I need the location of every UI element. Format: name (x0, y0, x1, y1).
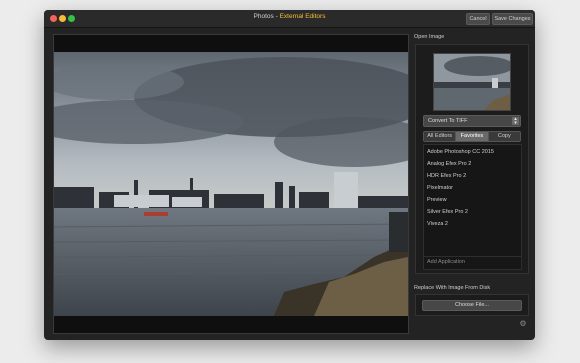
list-item[interactable]: Viveza 2 (427, 221, 448, 227)
list-item[interactable]: HDR Efex Pro 2 (427, 173, 466, 179)
add-application-button[interactable]: Add Application (427, 259, 465, 265)
replace-image-label: Replace With Image From Disk (414, 285, 491, 291)
list-item[interactable]: Pixelmator (427, 185, 453, 191)
application-list: Adobe Photoshop CC 2015 Analog Efex Pro … (423, 144, 522, 270)
cancel-button[interactable]: Cancel (466, 13, 490, 25)
external-editors-window: Photos - External Editors Cancel Save Ch… (44, 10, 535, 340)
divider (424, 256, 521, 257)
replace-image-panel: Choose File... (415, 294, 529, 316)
list-item[interactable]: Preview (427, 197, 447, 203)
harbor-photo (54, 52, 408, 316)
tab-copy[interactable]: Copy (488, 132, 520, 141)
chevron-updown-icon: ▴ ▾ (512, 117, 519, 126)
list-item[interactable]: Silver Efex Pro 2 (427, 209, 468, 215)
image-thumbnail (433, 53, 511, 111)
image-preview (53, 34, 409, 334)
open-image-panel: Convert To TIFF ▴ ▾ All Editors Favorites… (415, 44, 529, 274)
open-image-label: Open Image (414, 34, 445, 40)
tab-favorites[interactable]: Favorites (456, 132, 489, 141)
tab-all-editors[interactable]: All Editors (424, 132, 457, 141)
window-title: Photos - External Editors (44, 13, 535, 20)
list-item[interactable]: Adobe Photoshop CC 2015 (427, 149, 494, 155)
format-popup[interactable]: Convert To TIFF ▴ ▾ (423, 115, 521, 127)
save-changes-button[interactable]: Save Changes (492, 13, 533, 25)
list-item[interactable]: Analog Efex Pro 2 (427, 161, 471, 167)
window-title-app: Photos - (253, 13, 280, 20)
title-bar: Photos - External Editors Cancel Save Ch… (44, 10, 535, 28)
choose-file-button[interactable]: Choose File... (422, 300, 522, 311)
editor-filter-tabs: All Editors Favorites Copy (423, 131, 521, 142)
format-popup-value: Convert To TIFF (428, 118, 468, 124)
window-title-accent: External Editors (279, 13, 326, 20)
gear-icon[interactable]: ⚙ (519, 320, 527, 328)
